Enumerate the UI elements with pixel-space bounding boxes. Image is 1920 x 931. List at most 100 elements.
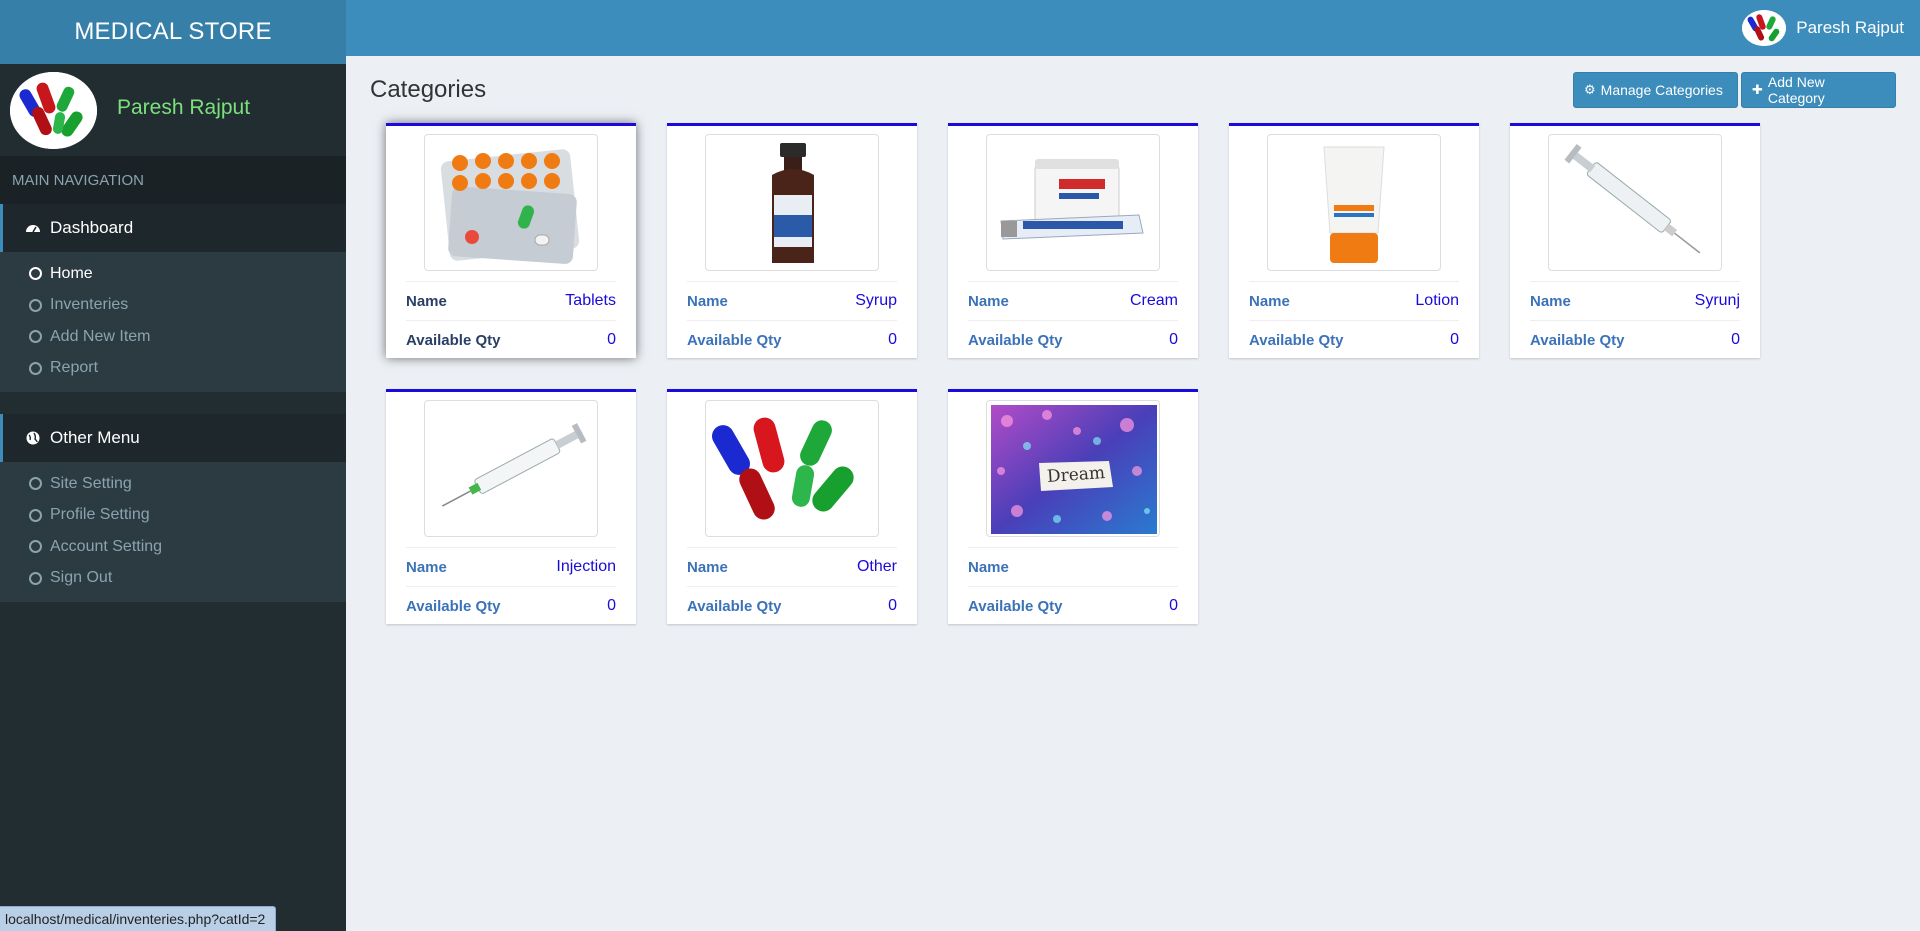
circle-icon <box>29 508 42 522</box>
dashboard-icon <box>25 220 41 236</box>
page-title: Categories <box>370 76 487 103</box>
circle-icon <box>29 298 42 312</box>
category-name: Tablets <box>565 292 616 309</box>
category-qty: 0 <box>888 597 897 614</box>
qty-label: Available Qty <box>1249 331 1344 349</box>
card-name-row: Name <box>968 547 1178 586</box>
category-card-syrunj[interactable]: Name Syrunj Available Qty 0 <box>1510 123 1760 358</box>
category-qty: 0 <box>888 331 897 348</box>
category-card-cream[interactable]: Name Cream Available Qty 0 <box>948 123 1198 358</box>
category-card-dream[interactable]: Dream Name Available Qty 0 <box>948 389 1198 624</box>
card-name-row: Name Cream <box>968 281 1178 320</box>
category-qty: 0 <box>607 331 616 348</box>
category-qty: 0 <box>1450 331 1459 348</box>
category-qty: 0 <box>1169 597 1178 614</box>
category-name: Other <box>856 558 897 575</box>
name-label: Name <box>1530 292 1571 310</box>
name-label: Name <box>1249 292 1290 310</box>
lotion-tube-image[interactable] <box>1267 134 1441 271</box>
qty-label: Available Qty <box>1530 331 1625 349</box>
sidebar-item-sign-out[interactable]: Sign Out <box>0 563 346 595</box>
card-name-row: Name Lotion <box>1249 281 1459 320</box>
sidebar-item-site-setting[interactable]: Site Setting <box>0 468 346 500</box>
category-name: Syrunj <box>1694 292 1740 309</box>
card-qty-row: Available Qty 0 <box>406 320 616 359</box>
main-content: Categories ⚙ Manage Categories ✚ Add New… <box>346 56 1920 931</box>
other-submenu: Site Setting Profile Setting Account Set… <box>0 462 346 602</box>
qty-label: Available Qty <box>687 331 782 349</box>
sidebar-item-profile-setting[interactable]: Profile Setting <box>0 500 346 532</box>
category-card-injection[interactable]: Name Injection Available Qty 0 <box>386 389 636 624</box>
sidebar-item-label: Report <box>50 359 99 377</box>
dream-image-label: Dream <box>1046 462 1106 488</box>
sidebar-item-label: Inventeries <box>50 296 129 314</box>
card-qty-row: Available Qty 0 <box>968 320 1178 359</box>
dream-glitter-image[interactable]: Dream <box>986 400 1160 537</box>
category-card-lotion[interactable]: Name Lotion Available Qty 0 <box>1229 123 1479 358</box>
card-qty-row: Available Qty 0 <box>687 320 897 359</box>
syringe-image[interactable] <box>1548 134 1722 271</box>
qty-label: Available Qty <box>406 597 501 615</box>
category-qty: 0 <box>1169 331 1178 348</box>
category-card-syrup[interactable]: Name Syrup Available Qty 0 <box>667 123 917 358</box>
name-label: Name <box>406 292 447 310</box>
circle-icon <box>29 361 42 375</box>
injection-image[interactable] <box>424 400 598 537</box>
cream-tube-image[interactable] <box>986 134 1160 271</box>
category-name: Injection <box>556 558 616 575</box>
qty-label: Available Qty <box>968 597 1063 615</box>
circle-icon <box>29 267 42 281</box>
avatar <box>10 71 97 149</box>
add-new-category-button[interactable]: ✚ Add New Category <box>1741 72 1896 108</box>
card-name-row: Name Syrunj <box>1530 281 1740 320</box>
card-qty-row: Available Qty 0 <box>968 586 1178 625</box>
qty-label: Available Qty <box>406 331 501 349</box>
sidebar-item-label: Home <box>50 264 93 282</box>
gear-icon: ⚙ <box>1584 82 1596 97</box>
syrup-bottle-image[interactable] <box>705 134 879 271</box>
name-label: Name <box>968 292 1009 310</box>
sidebar-item-label: Profile Setting <box>50 506 150 524</box>
circle-icon <box>29 540 42 554</box>
sidebar-item-account-setting[interactable]: Account Setting <box>0 531 346 563</box>
brand-logo[interactable]: MEDICAL STORE <box>0 0 346 64</box>
sidebar-item-home[interactable]: Home <box>0 258 346 290</box>
qty-label: Available Qty <box>687 597 782 615</box>
sidebar-item-inventeries[interactable]: Inventeries <box>0 290 346 322</box>
sidebar-item-report[interactable]: Report <box>0 353 346 385</box>
category-card-other[interactable]: Name Other Available Qty 0 <box>667 389 917 624</box>
status-bar-url: localhost/medical/inventeries.php?catId=… <box>0 906 277 931</box>
card-name-row: Name Syrup <box>687 281 897 320</box>
sidebar-item-label: Account Setting <box>50 537 163 555</box>
name-label: Name <box>687 292 728 310</box>
manage-categories-button[interactable]: ⚙ Manage Categories <box>1573 72 1738 108</box>
nav-dashboard[interactable]: Dashboard <box>0 204 346 252</box>
sidebar-item-label: Sign Out <box>50 569 113 587</box>
card-qty-row: Available Qty 0 <box>406 586 616 625</box>
globe-icon <box>25 430 41 446</box>
card-name-row: Name Other <box>687 547 897 586</box>
category-qty: 0 <box>607 597 616 614</box>
category-qty: 0 <box>1731 331 1740 348</box>
category-card-tablets[interactable]: Name Tablets Available Qty 0 <box>386 123 636 358</box>
sidebar-user-name: Paresh Rajput <box>117 96 251 119</box>
category-name: Syrup <box>855 292 897 309</box>
plus-icon: ✚ <box>1752 82 1763 97</box>
tablets-image[interactable] <box>424 134 598 271</box>
name-label: Name <box>687 558 728 576</box>
nav-other-menu[interactable]: Other Menu <box>0 414 346 462</box>
category-name: Cream <box>1129 292 1178 309</box>
category-name: Lotion <box>1415 292 1459 309</box>
nav-group-other: Other Menu Site Setting Profile Setting … <box>0 414 346 602</box>
circle-icon <box>29 477 42 491</box>
dashboard-submenu: Home Inventeries Add New Item Report <box>0 252 346 392</box>
add-new-category-label: Add New Category <box>1767 74 1825 106</box>
sidebar-item-add-new-item[interactable]: Add New Item <box>0 321 346 353</box>
capsules-image[interactable] <box>705 400 879 537</box>
card-name-row: Name Tablets <box>406 281 616 320</box>
name-label: Name <box>406 558 447 576</box>
nav-other-menu-label: Other Menu <box>50 428 140 447</box>
card-qty-row: Available Qty 0 <box>687 586 897 625</box>
user-menu[interactable]: Paresh Rajput <box>1742 10 1904 46</box>
header-user-name: Paresh Rajput <box>1796 18 1904 37</box>
